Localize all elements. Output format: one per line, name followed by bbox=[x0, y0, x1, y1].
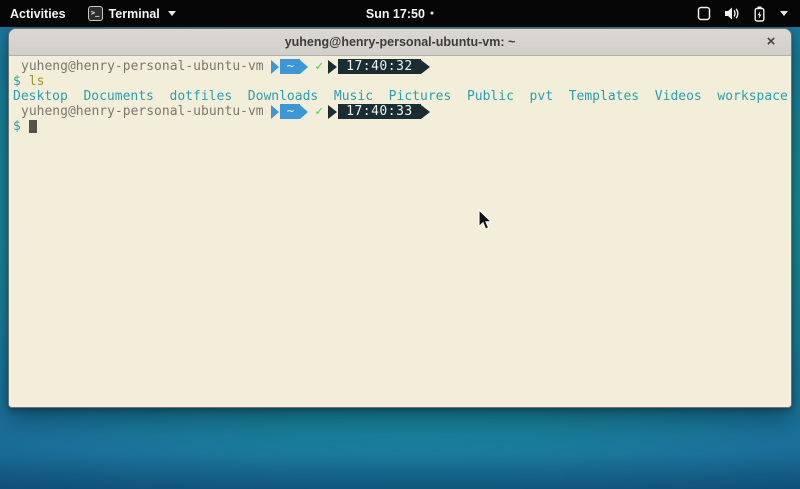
chevron-down-icon bbox=[780, 11, 788, 16]
command-text: ls bbox=[29, 74, 45, 89]
prompt-symbol: $ bbox=[13, 119, 21, 134]
battery-charging-icon bbox=[754, 6, 765, 22]
powerline-arrow-icon bbox=[421, 105, 430, 119]
prompt-line: yuheng@henry-personal-ubuntu-vm ~ ✓ 17:4… bbox=[13, 104, 787, 119]
close-button[interactable]: × bbox=[761, 32, 781, 52]
powerline-arrow-icon bbox=[328, 60, 337, 74]
status-check-icon: ✓ bbox=[315, 59, 323, 74]
powerline-arrow-icon bbox=[300, 60, 308, 74]
prompt-cwd: ~ bbox=[280, 59, 300, 74]
prompt-time: 17:40:33 bbox=[338, 104, 421, 119]
prompt-line: yuheng@henry-personal-ubuntu-vm ~ ✓ 17:4… bbox=[13, 59, 787, 74]
terminal-cursor bbox=[29, 120, 37, 133]
chevron-down-icon bbox=[168, 11, 176, 16]
prompt-user-host: yuheng@henry-personal-ubuntu-vm bbox=[21, 104, 264, 119]
command-line: $ ls bbox=[13, 74, 787, 89]
top-bar: Activities >_ Terminal Sun 17:50 ● bbox=[0, 0, 800, 27]
prompt-time: 17:40:32 bbox=[338, 59, 421, 74]
clock-button[interactable]: Sun 17:50 ● bbox=[366, 0, 434, 27]
notification-dot-icon: ● bbox=[430, 10, 434, 17]
window-title: yuheng@henry-personal-ubuntu-vm: ~ bbox=[285, 35, 516, 49]
system-menu-button[interactable] bbox=[697, 0, 800, 27]
prompt-symbol: $ bbox=[13, 74, 21, 89]
terminal-icon: >_ bbox=[88, 6, 103, 21]
volume-icon bbox=[724, 6, 741, 21]
command-line: $ bbox=[13, 119, 787, 134]
powerline-arrow-icon bbox=[271, 105, 279, 119]
prompt-user-host: yuheng@henry-personal-ubuntu-vm bbox=[21, 59, 264, 74]
terminal-window: yuheng@henry-personal-ubuntu-vm: ~ × yuh… bbox=[8, 28, 792, 408]
status-check-icon: ✓ bbox=[315, 104, 323, 119]
powerline-arrow-icon bbox=[328, 105, 337, 119]
screen-icon bbox=[697, 6, 711, 21]
app-menu-button[interactable]: >_ Terminal bbox=[78, 0, 186, 27]
terminal-screen[interactable]: yuheng@henry-personal-ubuntu-vm ~ ✓ 17:4… bbox=[9, 56, 791, 407]
title-bar[interactable]: yuheng@henry-personal-ubuntu-vm: ~ × bbox=[9, 29, 791, 56]
activities-button[interactable]: Activities bbox=[0, 0, 78, 27]
prompt-cwd: ~ bbox=[280, 104, 300, 119]
desktop: Activities >_ Terminal Sun 17:50 ● bbox=[0, 0, 800, 489]
ls-output-line: Desktop Documents dotfiles Downloads Mus… bbox=[13, 89, 787, 104]
app-menu-label: Terminal bbox=[109, 7, 160, 21]
powerline-arrow-icon bbox=[271, 60, 279, 74]
powerline-arrow-icon bbox=[421, 60, 430, 74]
powerline-arrow-icon bbox=[300, 105, 308, 119]
clock-label: Sun 17:50 bbox=[366, 7, 425, 21]
